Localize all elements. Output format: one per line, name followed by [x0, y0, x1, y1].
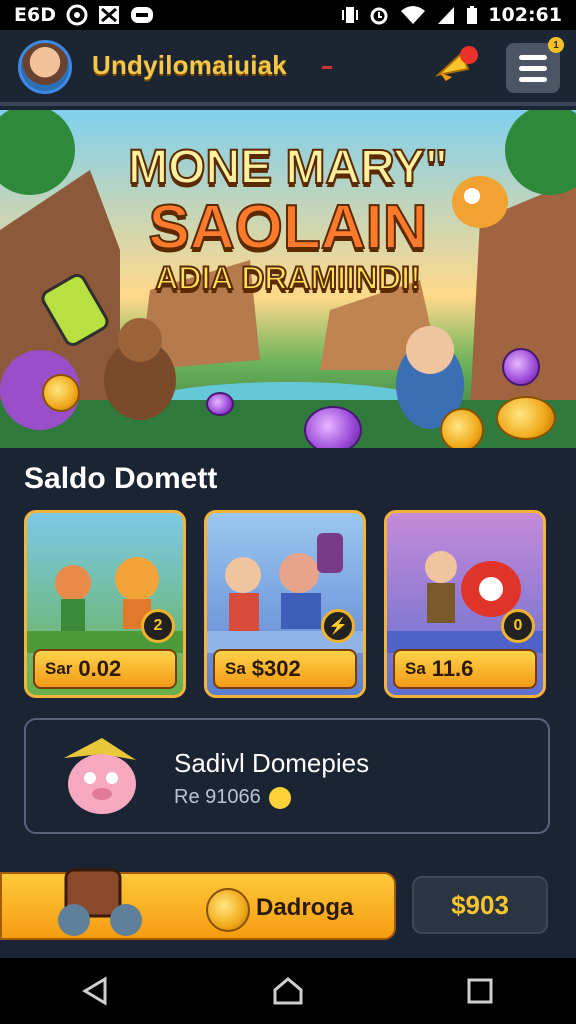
- notification-dot: [460, 46, 478, 64]
- battery-icon: [466, 5, 478, 25]
- message-icon: [130, 6, 154, 24]
- card-badge: 2: [141, 609, 175, 643]
- game-card[interactable]: 2 Sar 0.02: [24, 510, 186, 698]
- section-title: Saldo Domett: [24, 462, 218, 495]
- announcement-button[interactable]: [428, 42, 484, 92]
- coin-icon: [42, 374, 80, 412]
- balance-button[interactable]: $903: [412, 876, 548, 934]
- card-price-label: Sa: [405, 659, 426, 678]
- coin-icon: [206, 392, 234, 416]
- bulb-icon: [268, 786, 291, 809]
- status-left-text: E6D: [14, 4, 56, 26]
- card-price: Sa 11.6: [393, 649, 537, 689]
- card-price-value: 0.02: [78, 656, 122, 681]
- coin-icon: [206, 888, 250, 932]
- vibrate-icon: [342, 5, 359, 25]
- status-time: 102:61: [488, 4, 562, 26]
- coin-icon: [502, 348, 540, 386]
- status-bar: E6D 102:61: [0, 0, 576, 30]
- alarm-icon: [368, 5, 390, 25]
- menu-bar-icon: [519, 65, 547, 71]
- app-header: Undyilomaiuiak 1: [0, 30, 576, 106]
- card-price: Sa $302: [213, 649, 357, 689]
- pig-mascot-icon: [64, 738, 136, 814]
- signal-icon: [436, 5, 456, 25]
- characters-icon: [58, 868, 142, 936]
- card-price-value: 11.6: [431, 656, 474, 681]
- home-button[interactable]: [258, 961, 318, 1021]
- menu-bar-icon: [519, 76, 547, 82]
- app-notification-icon: [98, 5, 120, 25]
- promo-item[interactable]: Sadivl Domepies Re 91066: [24, 718, 550, 834]
- game-card[interactable]: 0 Sa 11.6: [384, 510, 546, 698]
- decorative-dash: [322, 66, 332, 69]
- menu-badge: 1: [548, 37, 564, 53]
- card-price: Sar 0.02: [33, 649, 177, 689]
- card-badge: 0: [501, 609, 535, 643]
- system-nav-bar: [0, 958, 576, 1024]
- banner-title-line1: MONE MARY": [127, 140, 449, 195]
- notification-circle-icon: [66, 4, 88, 26]
- coin-icon: [496, 396, 556, 440]
- back-button[interactable]: [66, 961, 126, 1021]
- banner-title-line2: SAOLAIN: [148, 192, 429, 263]
- lightning-icon: ⚡: [321, 609, 355, 643]
- card-price-label: Sa: [225, 659, 246, 678]
- game-card[interactable]: ⚡ Sa $302: [204, 510, 366, 698]
- brand-title: Undyilomaiuiak: [92, 50, 287, 80]
- coin-icon: [304, 406, 362, 448]
- primary-action-label: Dadroga: [256, 894, 354, 921]
- banner-title-line3: ADIA DRAMIINDI!: [154, 259, 421, 297]
- avatar[interactable]: [18, 40, 72, 94]
- recents-button[interactable]: [450, 961, 510, 1021]
- promo-banner[interactable]: MONE MARY" SAOLAIN ADIA DRAMIINDI!: [0, 110, 576, 448]
- card-price-label: Sar: [45, 659, 73, 678]
- primary-action-button[interactable]: Dadroga: [0, 868, 396, 940]
- promo-subtitle: Re 91066: [174, 786, 261, 808]
- recents-square-icon: [467, 978, 493, 1004]
- promo-title: Sadivl Domepies: [174, 748, 370, 778]
- promo-subtitle-row: Re 91066: [174, 786, 291, 809]
- coin-icon: [440, 408, 484, 448]
- menu-bar-icon: [519, 54, 547, 60]
- card-price-value: $302: [251, 656, 301, 681]
- home-icon: [273, 977, 303, 1005]
- back-triangle-icon: [82, 976, 107, 1006]
- menu-button[interactable]: 1: [506, 37, 564, 93]
- wifi-icon: [400, 5, 426, 25]
